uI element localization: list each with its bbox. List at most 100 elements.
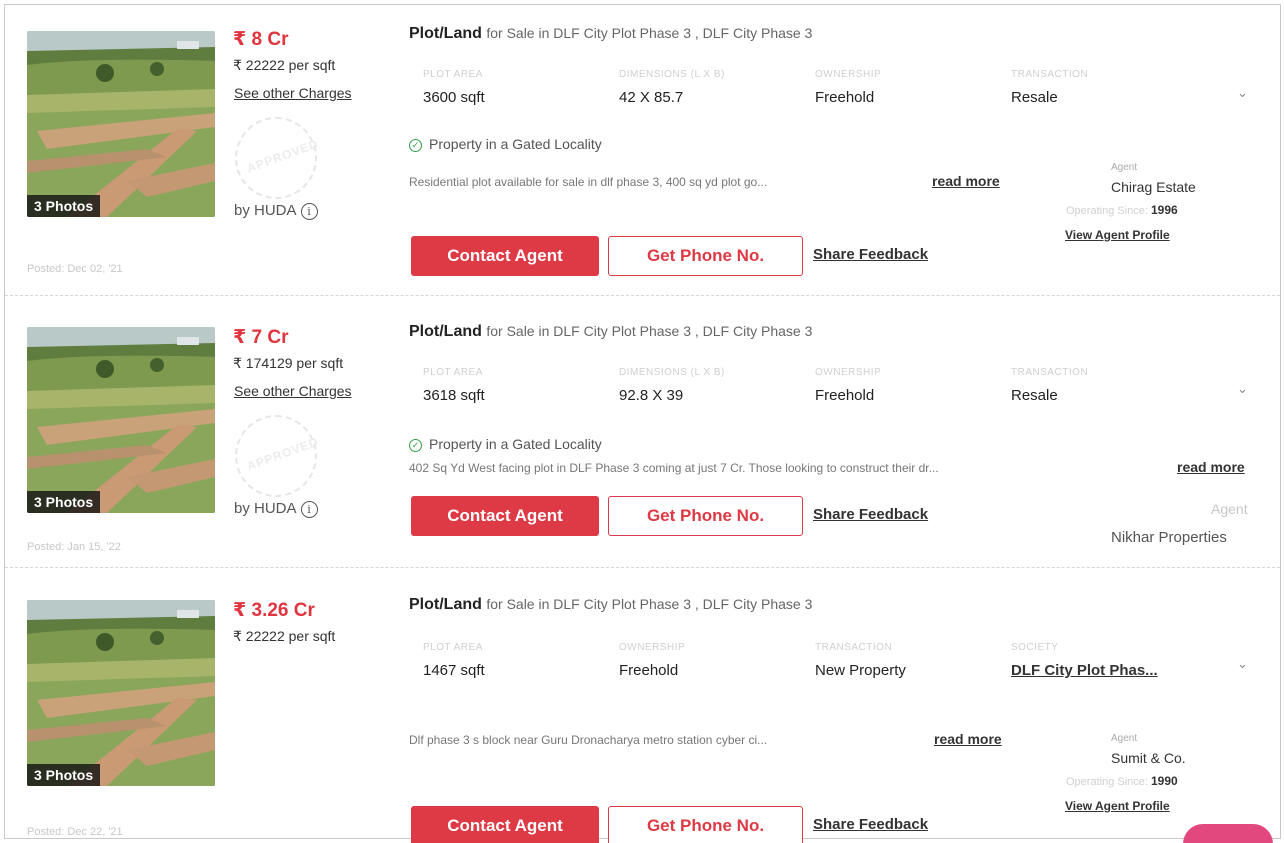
spec-value-plot-area: 3618 sqft (423, 387, 485, 404)
plot-landscape-image (27, 31, 215, 217)
listing-description: Residential plot available for sale in d… (409, 175, 768, 189)
property-type: Plot/Land (409, 25, 482, 42)
operating-since-label: Operating Since: (1066, 776, 1148, 788)
read-more-link[interactable]: read more (934, 731, 1002, 747)
get-phone-button[interactable]: Get Phone No. (608, 496, 803, 536)
floating-action-button[interactable] (1183, 824, 1273, 843)
spec-label-transaction: TRANSACTION (815, 642, 893, 653)
view-agent-profile-link[interactable]: View Agent Profile (1065, 228, 1170, 242)
photo-count-badge[interactable]: 3 Photos (27, 195, 101, 217)
read-more-link[interactable]: read more (932, 173, 1000, 189)
agent-label: Agent (1211, 501, 1248, 517)
check-circle-icon: ✓ (409, 138, 422, 152)
info-icon[interactable]: i (300, 500, 318, 518)
photo-count-badge[interactable]: 3 Photos (27, 491, 101, 513)
spec-label-transaction: TRANSACTION (1011, 367, 1089, 378)
gated-locality: ✓ Property in a Gated Locality (409, 136, 602, 152)
card-divider (5, 295, 1280, 296)
view-agent-profile-link[interactable]: View Agent Profile (1065, 799, 1170, 813)
plot-landscape-image (27, 600, 215, 786)
operating-since-year: 1996 (1151, 203, 1178, 217)
approved-stamp-text: APPROVED (244, 434, 321, 474)
share-feedback-link[interactable]: Share Feedback (813, 506, 928, 523)
price: ₹ 3.26 Cr (233, 600, 315, 621)
listing-location: for Sale in DLF City Plot Phase 3 , DLF … (486, 323, 813, 339)
gated-locality: ✓ Property in a Gated Locality (409, 436, 602, 452)
see-other-charges-link[interactable]: See other Charges (234, 383, 352, 399)
listing-location: for Sale in DLF City Plot Phase 3 , DLF … (486, 25, 813, 41)
spec-label-plot-area: PLOT AREA (423, 642, 483, 653)
listing-card[interactable]: 3 Photos Posted: Jan 15, '22 ₹ 7 Cr ₹ 17… (5, 297, 1280, 565)
posted-date: Posted: Dec 02, '21 (27, 263, 123, 275)
approved-stamp-icon: APPROVED (235, 415, 320, 497)
approved-by-text: by HUDA (234, 500, 297, 517)
plot-landscape-image (27, 327, 215, 513)
spec-value-ownership: Freehold (619, 662, 679, 679)
spec-value-transaction: New Property (815, 662, 906, 679)
price: ₹ 7 Cr (233, 327, 289, 348)
contact-agent-button[interactable]: Contact Agent (411, 236, 599, 276)
agent-label: Agent (1111, 162, 1138, 173)
society-link[interactable]: DLF City Plot Phas... (1011, 662, 1158, 679)
spec-value-ownership: Freehold (815, 89, 875, 106)
spec-value-dimensions: 42 X 85.7 (619, 89, 684, 106)
approved-stamp-text: APPROVED (244, 136, 321, 176)
operating-since-year: 1990 (1151, 774, 1178, 788)
spec-label-ownership: OWNERSHIP (815, 367, 882, 378)
operating-since: Operating Since: 1996 (1066, 203, 1178, 217)
property-photo[interactable]: 3 Photos (27, 327, 215, 513)
approved-by: by HUDA i (234, 500, 318, 518)
listing-card[interactable]: 3 Photos Posted: Dec 02, '21 ₹ 8 Cr ₹ 22… (5, 5, 1280, 295)
gated-locality-text: Property in a Gated Locality (429, 436, 602, 452)
price-per-sqft: ₹ 22222 per sqft (233, 628, 336, 644)
approved-by: by HUDA i (234, 202, 318, 220)
see-other-charges-link[interactable]: See other Charges (234, 85, 352, 101)
agent-name[interactable]: Sumit & Co. (1111, 750, 1186, 766)
spec-value-transaction: Resale (1011, 89, 1058, 106)
listing-location: for Sale in DLF City Plot Phase 3 , DLF … (486, 596, 813, 612)
photo-count-badge[interactable]: 3 Photos (27, 764, 101, 786)
spec-value-plot-area: 3600 sqft (423, 89, 485, 106)
gated-locality-text: Property in a Gated Locality (429, 136, 602, 152)
posted-date: Posted: Jan 15, '22 (27, 541, 121, 553)
contact-agent-button[interactable]: Contact Agent (411, 496, 599, 536)
agent-name[interactable]: Nikhar Properties (1111, 529, 1227, 546)
chevron-down-icon[interactable]: ⌄ (1237, 656, 1248, 672)
property-photo[interactable]: 3 Photos (27, 31, 215, 217)
listing-title[interactable]: Plot/Land for Sale in DLF City Plot Phas… (409, 25, 812, 43)
operating-since: Operating Since: 1990 (1066, 774, 1178, 788)
listing-description: Dlf phase 3 s block near Guru Dronachary… (409, 733, 768, 747)
property-type: Plot/Land (409, 323, 482, 340)
approved-stamp-icon: APPROVED (235, 117, 320, 199)
listing-card[interactable]: 3 Photos Posted: Dec 22, '21 ₹ 3.26 Cr ₹… (5, 570, 1280, 843)
spec-label-transaction: TRANSACTION (1011, 69, 1089, 80)
spec-value-ownership: Freehold (815, 387, 875, 404)
chevron-down-icon[interactable]: ⌄ (1237, 85, 1248, 101)
spec-label-plot-area: PLOT AREA (423, 367, 483, 378)
chevron-down-icon[interactable]: ⌄ (1237, 381, 1248, 397)
spec-value-dimensions: 92.8 X 39 (619, 387, 684, 404)
price-per-sqft: ₹ 174129 per sqft (233, 355, 344, 371)
listing-title[interactable]: Plot/Land for Sale in DLF City Plot Phas… (409, 596, 812, 614)
get-phone-button[interactable]: Get Phone No. (608, 806, 803, 843)
price-per-sqft: ₹ 22222 per sqft (233, 57, 336, 73)
posted-date: Posted: Dec 22, '21 (27, 826, 123, 838)
property-type: Plot/Land (409, 596, 482, 613)
agent-name[interactable]: Chirag Estate (1111, 179, 1196, 195)
share-feedback-link[interactable]: Share Feedback (813, 246, 928, 263)
contact-agent-button[interactable]: Contact Agent (411, 806, 599, 843)
spec-label-dimensions: DIMENSIONS (L X B) (619, 69, 725, 80)
share-feedback-link[interactable]: Share Feedback (813, 816, 928, 833)
spec-value-transaction: Resale (1011, 387, 1058, 404)
listing-description: 402 Sq Yd West facing plot in DLF Phase … (409, 461, 939, 475)
card-divider (5, 567, 1280, 568)
listing-title[interactable]: Plot/Land for Sale in DLF City Plot Phas… (409, 323, 812, 341)
read-more-link[interactable]: read more (1177, 459, 1245, 475)
operating-since-label: Operating Since: (1066, 205, 1148, 217)
get-phone-button[interactable]: Get Phone No. (608, 236, 803, 276)
info-icon[interactable]: i (300, 202, 318, 220)
property-photo[interactable]: 3 Photos (27, 600, 215, 786)
agent-label: Agent (1111, 733, 1138, 744)
approved-by-text: by HUDA (234, 202, 297, 219)
check-circle-icon: ✓ (409, 438, 422, 452)
